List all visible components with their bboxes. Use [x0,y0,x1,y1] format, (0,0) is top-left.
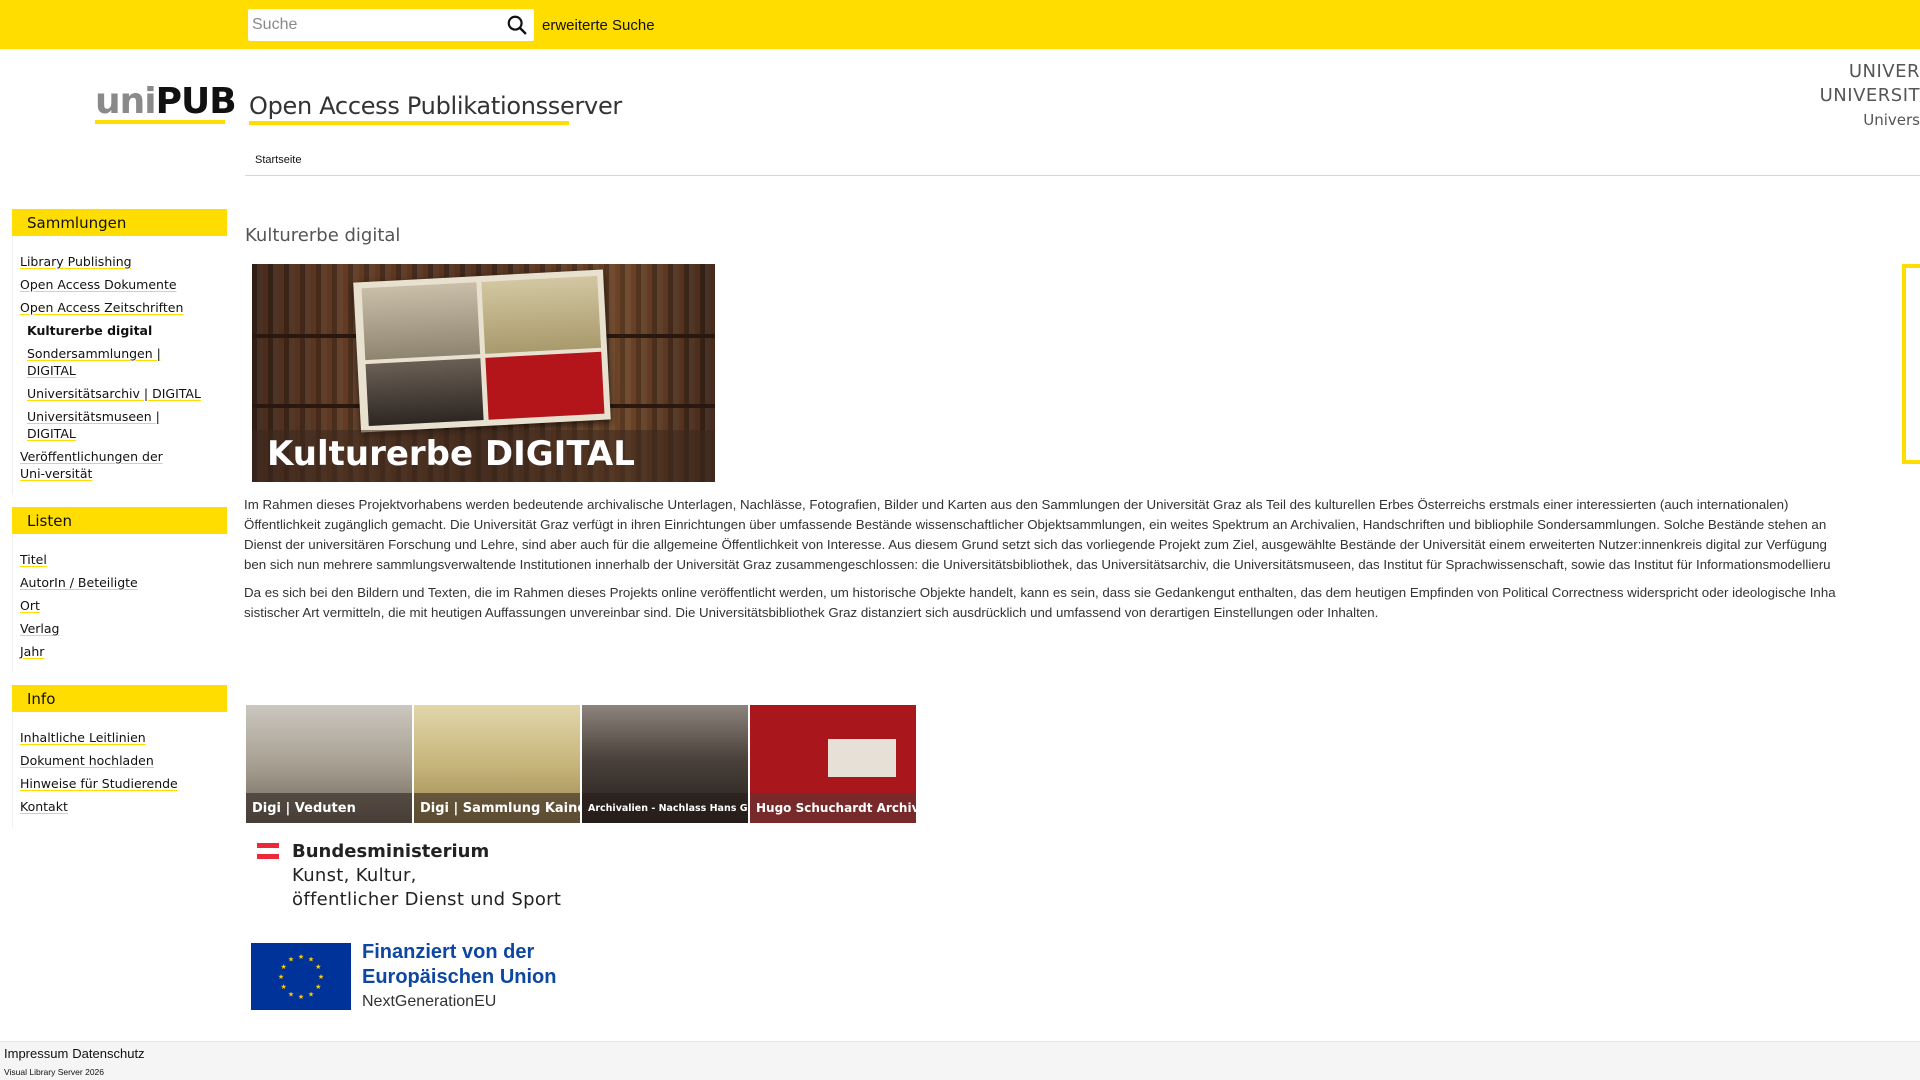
sidebar-item-universitaetsarchiv[interactable]: Universitätsarchiv | DIGITAL [13,382,227,405]
footer-copyright: Visual Library Server 2026 [4,1067,105,1077]
sidebar-item-ort[interactable]: Ort [13,594,227,617]
advanced-search-link[interactable]: erweiterte Suche [542,17,655,34]
eu-star-icon: ★ [318,973,324,981]
sidebar-item-leitlinien[interactable]: Inhaltliche Leitlinien [13,726,227,749]
eu-star-icon: ★ [288,956,294,964]
sidebar-item-kontakt[interactable]: Kontakt [13,795,227,818]
kulturerbe-banner-image: Kulturerbe DIGITAL [252,264,715,482]
sidebar-item-hinweise-studierende[interactable]: Hinweise für Studierende [13,772,227,795]
eu-star-icon: ★ [298,993,304,1001]
intro-text: Im Rahmen dieses Projektvorhabens werden… [244,495,1920,623]
sidebar-item-open-access-dokumente[interactable]: Open Access Dokumente [13,273,227,296]
austria-flag-icon [257,843,279,859]
logo-uni-text: uni [95,81,157,122]
intro-line-4: ben sich nun mehrere sammlungsverwaltend… [244,557,1831,572]
eu-star-icon: ★ [278,973,284,981]
sidebar-item-kulturerbe-digital[interactable]: Kulturerbe digital [13,319,227,342]
sidebar-item-veroeffentlichungen[interactable]: Veröffentlichungen der Uni-versität [13,445,188,485]
sidebar-list-sammlungen: Library Publishing Open Access Dokumente… [12,236,227,495]
top-bar: erweiterte Suche [0,0,1920,49]
eu-star-icon: ★ [298,953,304,961]
portraits-image [828,739,896,777]
site-title-underline [249,121,569,125]
side-panel-edge [1902,264,1920,464]
university-logo[interactable]: UNIVER UNIVERSIT Univers [1820,60,1920,132]
tile-label: Archivalien - Nachlass Hans Gross [582,793,748,823]
intro-line-3: Dienst der universitären Forschung und L… [244,537,1827,552]
eu-star-icon: ★ [315,963,321,971]
ministry-line-2: Kunst, Kultur, [292,865,417,886]
intro-line-1: Im Rahmen dieses Projektvorhabens werden… [244,497,1789,512]
sidebar-item-universitaetsmuseen[interactable]: Universitätsmuseen | DIGITAL [13,405,163,445]
footer: Impressum Datenschutz Visual Library Serv… [0,1041,1920,1080]
eu-funding-title[interactable]: Finanziert von der Europäischen Union [362,940,556,990]
ministry-line-1: Bundesministerium [292,841,490,862]
eu-star-icon: ★ [281,983,287,991]
ministry-line-3: öffentlicher Dienst und Sport [292,889,562,910]
sidebar-item-dokument-hochladen[interactable]: Dokument hochladen [13,749,227,772]
eu-star-icon: ★ [315,983,321,991]
header-divider [245,175,1920,176]
search-input[interactable] [248,9,498,41]
tile-hugo-schuchardt[interactable]: Hugo Schuchardt Archiv [750,705,916,823]
eu-title-line-1: Finanziert von der [362,941,535,963]
sidebar-list-info: Inhaltliche Leitlinien Dokument hochlade… [12,712,227,828]
impressum-link[interactable]: Impressum [4,1046,68,1061]
banner-title: Kulturerbe DIGITAL [267,434,635,474]
search-icon[interactable] [506,14,528,36]
sidebar-heading-sammlungen: Sammlungen [12,209,227,236]
sidebar-item-verlag[interactable]: Verlag [13,617,227,640]
tile-label: Digi | Veduten [246,793,412,823]
site-title: Open Access Publikationsserver [249,92,622,120]
university-line-1: UNIVER [1848,61,1920,82]
intro-line-2: Öffentlichkeit zugänglich gemacht. Die U… [244,517,1827,532]
eu-title-line-2: Europäischen Union [362,966,557,988]
notice-line-2: sistischer Art vermitteln, die mit heuti… [244,605,1379,620]
photo-collage [353,269,611,433]
tile-nachlass-hans-gross[interactable]: Archivalien - Nachlass Hans Gross [582,705,748,823]
footer-links: Impressum Datenschutz [4,1046,149,1061]
eu-star-icon: ★ [281,963,287,971]
search-box [248,9,534,41]
ministry-logo[interactable]: Bundesministerium Kunst, Kultur, öffentl… [292,840,561,912]
logo-pub-text: PUB [155,81,237,122]
tile-label: Hugo Schuchardt Archiv [750,793,916,823]
eu-subtitle: NextGenerationEU [362,993,497,1010]
datenschutz-link[interactable]: Datenschutz [72,1046,144,1061]
notice-line-1: Da es sich bei den Bildern und Texten, d… [244,585,1836,600]
eu-star-icon: ★ [288,990,294,998]
sidebar-item-sondersammlungen[interactable]: Sondersammlungen | DIGITAL [13,342,163,382]
sidebar-item-library-publishing[interactable]: Library Publishing [13,250,227,273]
sidebar-heading-listen: Listen [12,507,227,534]
university-line-2: UNIVERSIT [1819,85,1920,106]
sidebar-list-listen: Titel AutorIn / Beteiligte Ort Verlag Ja… [12,534,227,673]
sidebar-item-jahr[interactable]: Jahr [13,640,227,663]
sidebar: Sammlungen Library Publishing Open Acces… [12,209,227,828]
tile-label: Digi | Sammlung Kaindl [414,793,580,823]
breadcrumb-home[interactable]: Startseite [255,154,301,166]
eu-star-icon: ★ [308,956,314,964]
logo-underline [95,120,225,124]
sidebar-item-titel[interactable]: Titel [13,548,227,571]
sidebar-item-open-access-zeitschriften[interactable]: Open Access Zeitschriften [13,296,227,319]
collection-tiles: Digi | Veduten Digi | Sammlung Kaindl Ar… [246,705,916,823]
sidebar-item-autorin[interactable]: AutorIn / Beteiligte [13,571,227,594]
tile-digi-veduten[interactable]: Digi | Veduten [246,705,412,823]
university-line-3: Univers [1863,111,1920,129]
unipub-logo[interactable]: uniPUB [95,81,237,122]
eu-flag-icon: ★ ★★★★★★★★★★★ [251,943,351,1010]
tile-sammlung-kaindl[interactable]: Digi | Sammlung Kaindl [414,705,580,823]
eu-star-icon: ★ [308,990,314,998]
sidebar-heading-info: Info [12,685,227,712]
page-title: Kulturerbe digital [245,225,401,246]
